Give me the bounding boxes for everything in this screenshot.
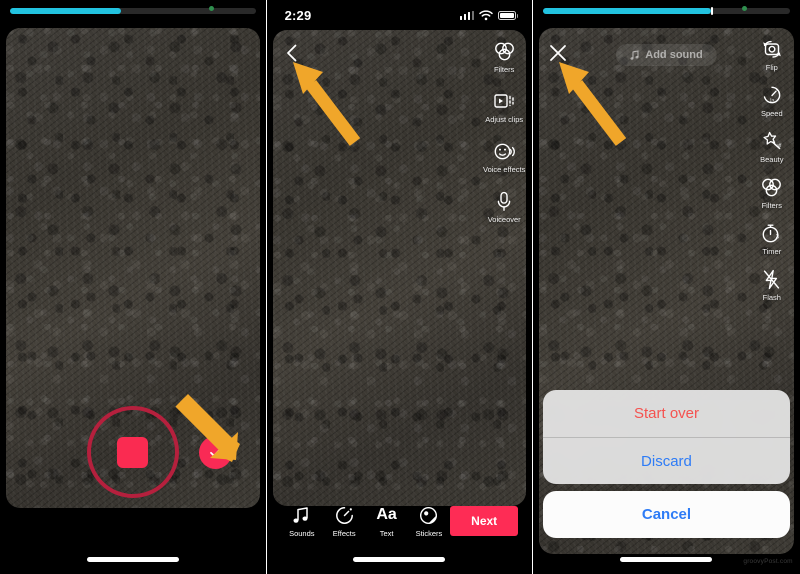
text-aa-icon: Aa: [376, 506, 397, 523]
beauty-wand-icon: off: [761, 130, 783, 152]
rail-label: Timer: [762, 247, 782, 256]
rail-item-flash[interactable]: Flash: [748, 268, 796, 302]
svg-text:off: off: [776, 143, 781, 148]
rail-item-speed[interactable]: 1x Speed: [748, 84, 796, 118]
privacy-green-dot: [209, 6, 214, 11]
record-stop-button[interactable]: [86, 406, 179, 498]
cellular-signal-icon: [459, 10, 475, 20]
watermark: groovyPost.com: [743, 558, 793, 565]
rail-label: Filters: [761, 201, 782, 210]
tool-text[interactable]: Aa Text: [365, 505, 407, 538]
rail-item-beauty[interactable]: off Beauty: [748, 130, 796, 164]
rail-label: Adjust clips: [485, 115, 524, 124]
stop-square-icon: [117, 436, 149, 468]
rail-item-flip[interactable]: Flip: [748, 38, 796, 72]
screenshot-root: 2:29 Filters Adjust clips Voice effects …: [0, 0, 800, 574]
filters-icon: [761, 176, 782, 198]
flip-camera-icon: [761, 38, 783, 60]
tool-label: Effects: [332, 528, 356, 538]
rail-label: Voice effects: [482, 165, 526, 174]
music-note-icon: [630, 49, 640, 60]
panel-recording: [0, 0, 267, 574]
action-discard[interactable]: Discard: [543, 437, 790, 484]
tool-label: Stickers: [415, 528, 443, 538]
recording-progress-fill: [10, 8, 121, 14]
back-button[interactable]: [281, 42, 303, 64]
panel-camera: Add sound Flip 1x Speed off Beauty Filte…: [533, 0, 800, 574]
rail-item-filters[interactable]: Filters: [748, 176, 796, 210]
rail-label: Flip: [765, 63, 778, 72]
confirm-checkmark-button[interactable]: [198, 435, 232, 469]
tool-effects[interactable]: Effects: [323, 505, 365, 538]
camera-progress-fill: [543, 8, 711, 14]
rail-item-voice-effects[interactable]: Voice effects: [480, 140, 528, 174]
editing-bottom-toolbar: Sounds Effects Aa Text Stickers Next: [267, 498, 533, 544]
rail-label: Beauty: [760, 155, 784, 164]
rail-label: Speed: [760, 109, 783, 118]
rail-item-voiceover[interactable]: Voiceover: [480, 190, 528, 224]
filters-icon: [494, 40, 515, 62]
tool-stickers[interactable]: Stickers: [408, 505, 450, 538]
camera-right-rail: Flip 1x Speed off Beauty Filters 3 Timer…: [748, 38, 796, 302]
home-indicator: [353, 557, 446, 562]
rail-item-timer[interactable]: 3 Timer: [748, 222, 796, 256]
home-indicator: [86, 557, 179, 562]
speed-icon: 1x: [762, 84, 782, 106]
panel-editing: 2:29 Filters Adjust clips Voice effects …: [266, 0, 534, 574]
svg-text:1x: 1x: [769, 98, 774, 103]
wifi-icon: [479, 9, 493, 20]
editing-right-rail: Filters Adjust clips Voice effects Voice…: [480, 40, 528, 224]
add-sound-button[interactable]: Add sound: [616, 44, 717, 66]
close-x-icon: [550, 45, 567, 61]
status-bar: 2:29: [267, 0, 533, 30]
rail-item-filters[interactable]: Filters: [480, 40, 528, 74]
battery-icon: [498, 10, 519, 20]
tool-label: Sounds: [289, 528, 315, 538]
add-sound-label: Add sound: [645, 49, 703, 61]
action-cancel[interactable]: Cancel: [543, 491, 790, 538]
recording-progress-bar: [10, 8, 256, 14]
chevron-left-icon: [286, 44, 296, 62]
camera-progress-bar: [543, 7, 790, 15]
action-sheet: Start over Discard Cancel: [543, 390, 790, 538]
effects-clock-icon: [335, 505, 354, 526]
tool-sounds[interactable]: Sounds: [281, 505, 323, 538]
status-time: 2:29: [284, 7, 312, 23]
action-start-over[interactable]: Start over: [543, 390, 790, 437]
checkmark-icon: [209, 448, 221, 457]
voice-effects-icon: [493, 140, 516, 162]
close-button[interactable]: [547, 42, 569, 64]
svg-text:3: 3: [776, 234, 780, 240]
stickers-icon: [419, 505, 438, 526]
rail-label: Filters: [493, 65, 515, 74]
rail-label: Voiceover: [487, 215, 521, 224]
voiceover-icon: [496, 190, 512, 212]
adjust-clips-icon: [493, 90, 515, 112]
next-button[interactable]: Next: [450, 506, 519, 536]
home-indicator: [620, 557, 713, 562]
timer-icon: 3: [761, 222, 782, 244]
action-sheet-options: Start over Discard: [543, 390, 790, 484]
rail-label: Flash: [762, 293, 781, 302]
status-icons: [459, 9, 519, 21]
camera-progress-tick: [710, 7, 713, 15]
record-controls-row: [0, 406, 266, 498]
flash-off-icon: [762, 268, 781, 290]
rail-item-adjust-clips[interactable]: Adjust clips: [480, 90, 528, 124]
music-note-icon: [292, 505, 311, 526]
tool-label: Text: [379, 528, 394, 538]
